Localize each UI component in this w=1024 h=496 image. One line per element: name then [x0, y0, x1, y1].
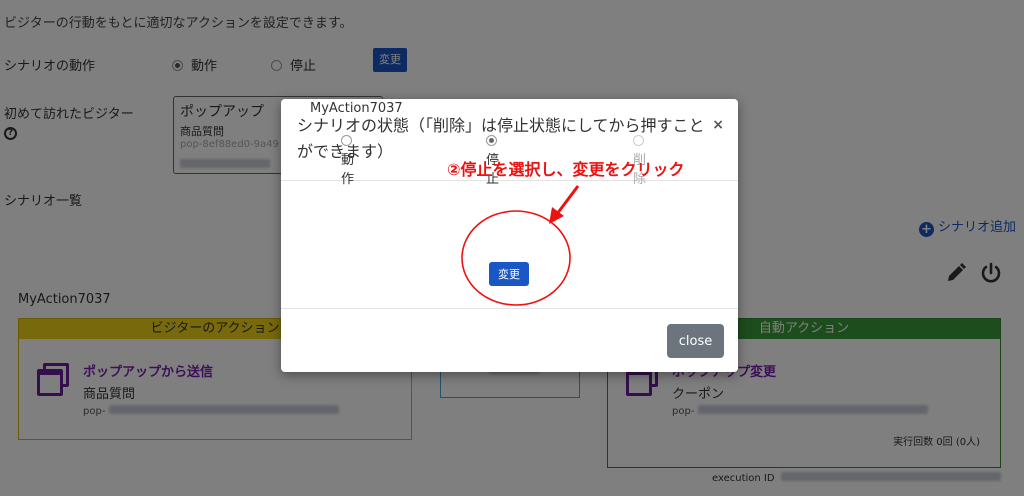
radio-run[interactable] [341, 135, 352, 146]
annotation-text: ②停止を選択し、変更をクリック [447, 160, 685, 179]
modal-body [281, 181, 738, 309]
close-button[interactable]: close [667, 324, 724, 358]
radio-delete [633, 135, 644, 146]
radio-stop[interactable] [486, 135, 497, 146]
close-icon[interactable]: × [712, 117, 724, 133]
change-button[interactable]: 変更 [489, 262, 529, 286]
option-run[interactable]: 動作 [341, 134, 360, 187]
modal-action-name: MyAction7037 [310, 101, 403, 116]
